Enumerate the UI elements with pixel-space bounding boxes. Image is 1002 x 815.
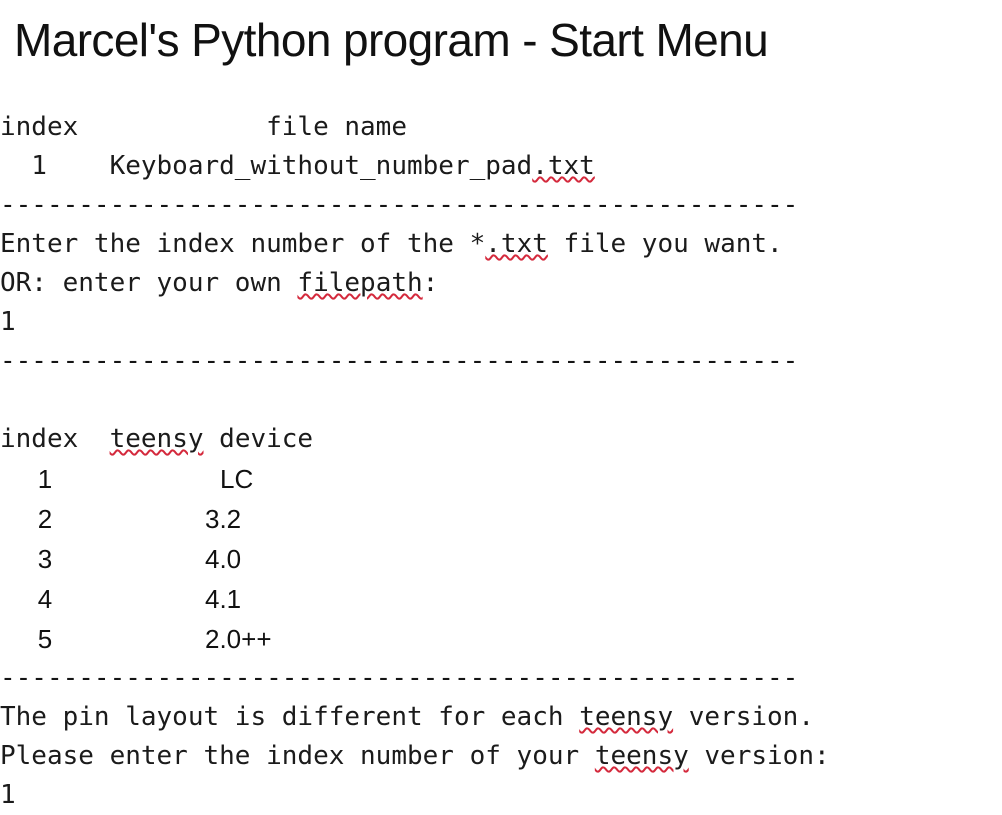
file-index-input-value: 1 [0, 307, 16, 337]
file-prompt-line-1-part-a: Enter the index number of the * [0, 229, 486, 259]
teensy-row-device: LC [220, 464, 254, 494]
file-prompt-line-2: OR: enter your own filepath: [0, 264, 1002, 303]
start-menu-screen: Marcel's Python program - Start Menu ind… [0, 0, 1002, 810]
file-prompt-line-2-misspelled: filepath [297, 268, 423, 298]
table-row[interactable]: 1 LC [0, 459, 1002, 499]
teensy-prompt-line-1: The pin layout is different for each tee… [0, 698, 1002, 737]
file-prompt-line-1-misspelled: .txt [485, 229, 548, 259]
file-prompt-line-1: Enter the index number of the *.txt file… [0, 225, 1002, 264]
teensy-table-header-gap [78, 424, 109, 454]
teensy-index-input[interactable]: 1 [0, 776, 1002, 815]
teensy-row-device: 2.0++ [205, 624, 272, 654]
file-table-header: index file name [0, 108, 1002, 147]
teensy-prompt-line-2: Please enter the index number of your te… [0, 737, 1002, 776]
teensy-prompt-line-1-part-b: version. [673, 702, 814, 732]
teensy-row-index: 2 [37, 504, 53, 534]
teensy-prompt-line-2-part-a: Please enter the index number of your [0, 741, 595, 771]
separator-rule-2: ----------------------------------------… [0, 342, 1002, 381]
teensy-row-index: 3 [37, 544, 53, 574]
file-table-header-text: index file name [0, 112, 407, 142]
table-row[interactable]: 2 3.2 [0, 499, 1002, 539]
teensy-row-index: 5 [37, 624, 53, 654]
file-prompt-line-2-part-a: OR: enter your own [0, 268, 298, 298]
teensy-row-index: 1 [37, 464, 53, 494]
table-row[interactable]: 4 4.1 [0, 579, 1002, 619]
file-index-input[interactable]: 1 [0, 303, 1002, 342]
teensy-prompt-line-1-misspelled: teensy [579, 702, 674, 732]
separator-dashes: ----------------------------------------… [0, 346, 799, 376]
teensy-table-header: index teensy device [0, 420, 1002, 459]
separator-rule-3: ----------------------------------------… [0, 659, 1002, 698]
teensy-table-header-index: index [0, 424, 79, 454]
console-output: index file name 1 Keyboard_without_numbe… [0, 108, 1002, 815]
teensy-index-input-value: 1 [0, 780, 16, 810]
teensy-row-index: 4 [37, 584, 53, 614]
table-row[interactable]: 3 4.0 [0, 539, 1002, 579]
page-title: Marcel's Python program - Start Menu [14, 14, 769, 66]
separator-dashes: ----------------------------------------… [0, 190, 799, 220]
teensy-row-device: 3.2 [205, 504, 242, 534]
teensy-prompt-line-2-part-b: version: [688, 741, 830, 771]
separator-rule-1: ----------------------------------------… [0, 186, 1002, 225]
teensy-prompt-line-2-misspelled: teensy [594, 741, 689, 771]
teensy-table-header-device-rest: device [203, 424, 314, 454]
file-prompt-line-2-part-b: : [422, 268, 439, 298]
teensy-device-table: 1 LC 2 3.2 3 4.0 4 4.1 5 2.0++ [0, 459, 1002, 659]
teensy-table-header-device-misspelled: teensy [109, 424, 204, 454]
table-row[interactable]: 5 2.0++ [0, 619, 1002, 659]
file-row-extension: .txt [532, 151, 595, 181]
teensy-row-device: 4.1 [205, 584, 242, 614]
teensy-prompt-line-1-part-a: The pin layout is different for each [0, 702, 580, 732]
separator-dashes: ----------------------------------------… [0, 663, 799, 693]
file-prompt-line-1-part-b: file you want. [547, 229, 783, 259]
teensy-row-device: 4.0 [205, 544, 242, 574]
file-table-row: 1 Keyboard_without_number_pad.txt [0, 147, 1002, 186]
file-row-index-and-name: 1 Keyboard_without_number_pad [0, 151, 533, 181]
